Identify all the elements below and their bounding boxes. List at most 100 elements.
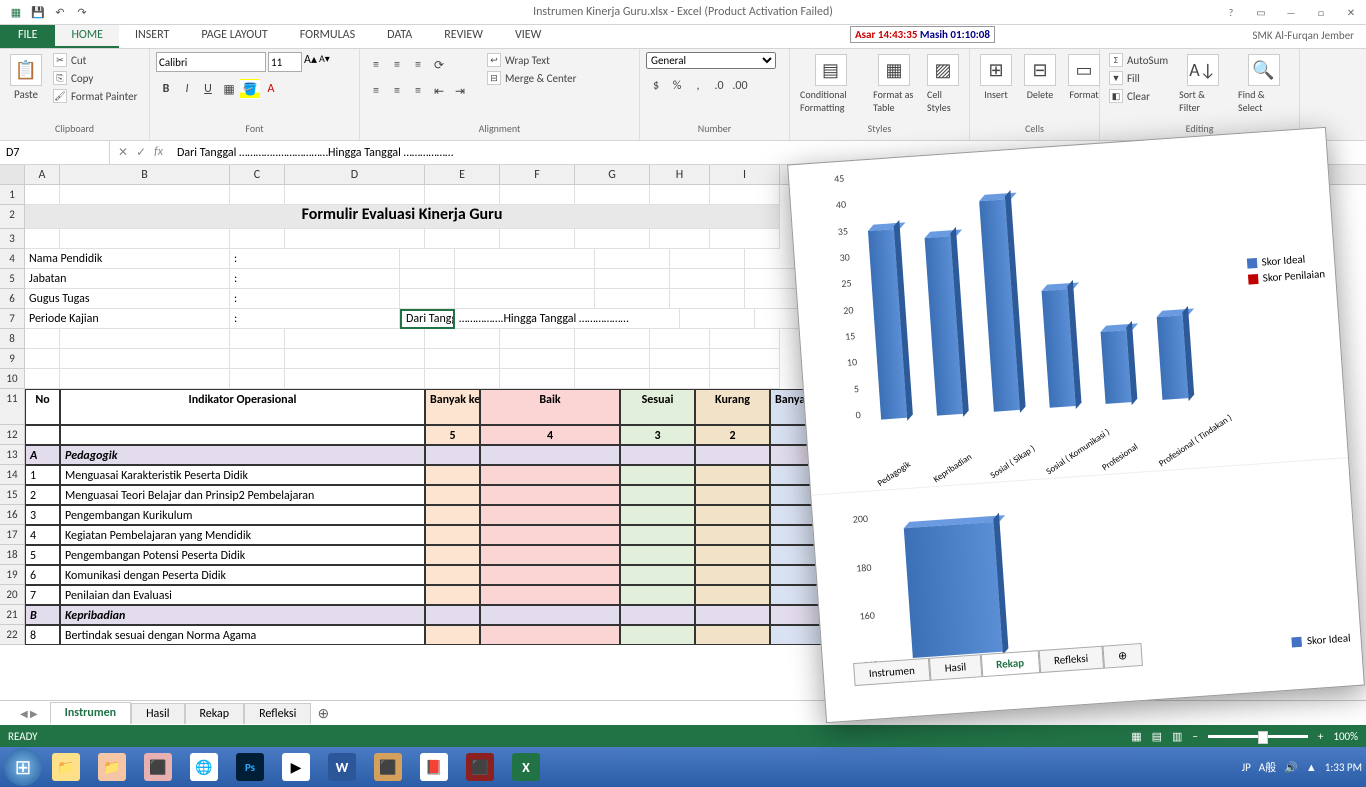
cell[interactable] bbox=[425, 465, 480, 485]
cell[interactable] bbox=[230, 185, 285, 205]
cell[interactable] bbox=[650, 229, 710, 249]
zoom-out-button[interactable]: − bbox=[1192, 730, 1197, 743]
sheet-tab-rekap[interactable]: Rekap bbox=[185, 703, 245, 724]
font-color-button[interactable]: A bbox=[261, 79, 281, 99]
taskbar-app[interactable]: 📁 bbox=[90, 750, 134, 784]
conditional-formatting-button[interactable]: ▤Conditional Formatting bbox=[796, 52, 865, 116]
row-header[interactable]: 22 bbox=[0, 625, 25, 645]
format-cells-button[interactable]: ▭Format bbox=[1064, 52, 1104, 103]
cell[interactable]: …………….Hingga Tanggal ……………… bbox=[455, 309, 680, 329]
tab-data[interactable]: DATA bbox=[371, 25, 428, 48]
cell[interactable] bbox=[425, 605, 480, 625]
taskbar-word[interactable]: W bbox=[320, 750, 364, 784]
align-center-icon[interactable]: ≡ bbox=[387, 81, 407, 101]
cell[interactable] bbox=[425, 625, 480, 645]
cell[interactable] bbox=[695, 545, 770, 565]
cut-button[interactable]: ✂Cut bbox=[50, 52, 140, 68]
cell[interactable] bbox=[230, 349, 285, 369]
tab-home[interactable]: HOME bbox=[55, 25, 119, 48]
cell[interactable]: A bbox=[25, 445, 60, 465]
cell[interactable]: Jabatan bbox=[25, 269, 230, 289]
taskbar-photoshop[interactable]: Ps bbox=[228, 750, 272, 784]
cell[interactable] bbox=[425, 329, 500, 349]
cell[interactable]: Formulir Evaluasi Kinerja Guru bbox=[25, 205, 780, 229]
save-icon[interactable]: 💾 bbox=[30, 4, 46, 20]
cell[interactable] bbox=[695, 585, 770, 605]
cell[interactable]: Pedagogik bbox=[60, 445, 425, 465]
percent-icon[interactable]: % bbox=[667, 76, 687, 96]
cell[interactable] bbox=[710, 329, 780, 349]
cell[interactable] bbox=[480, 465, 620, 485]
row-header[interactable]: 21 bbox=[0, 605, 25, 625]
row-header[interactable]: 5 bbox=[0, 269, 25, 289]
cell[interactable]: 2 bbox=[25, 485, 60, 505]
cell[interactable]: 5 bbox=[425, 425, 480, 445]
row-header[interactable]: 10 bbox=[0, 369, 25, 389]
insert-cells-button[interactable]: ⊞Insert bbox=[976, 52, 1016, 103]
cell[interactable]: 8 bbox=[25, 625, 60, 645]
cell[interactable]: 3 bbox=[25, 505, 60, 525]
cell[interactable] bbox=[25, 349, 60, 369]
cell[interactable] bbox=[575, 329, 650, 349]
tray-lang[interactable]: JP bbox=[1242, 761, 1251, 774]
cell[interactable] bbox=[285, 369, 425, 389]
cell[interactable] bbox=[480, 525, 620, 545]
cell[interactable] bbox=[480, 605, 620, 625]
cell[interactable]: Kepribadian bbox=[60, 605, 425, 625]
cell[interactable] bbox=[620, 545, 695, 565]
clear-button[interactable]: ◧Clear bbox=[1106, 88, 1171, 104]
cell[interactable] bbox=[670, 249, 745, 269]
start-button[interactable]: ⊞ bbox=[4, 748, 42, 786]
cell[interactable]: Periode Kajian bbox=[25, 309, 230, 329]
tab-file[interactable]: FILE bbox=[0, 25, 55, 48]
cell[interactable] bbox=[575, 185, 650, 205]
name-box[interactable]: D7 bbox=[0, 141, 110, 164]
col-header[interactable]: A bbox=[25, 165, 60, 184]
cell[interactable] bbox=[425, 585, 480, 605]
sort-filter-button[interactable]: A↓Sort & Filter bbox=[1175, 52, 1230, 116]
cell[interactable] bbox=[400, 249, 455, 269]
close-button[interactable]: ✕ bbox=[1336, 1, 1366, 23]
cell[interactable] bbox=[60, 425, 425, 445]
cell[interactable] bbox=[60, 369, 230, 389]
font-name-input[interactable] bbox=[156, 52, 266, 72]
cell[interactable]: 5 bbox=[25, 545, 60, 565]
cell[interactable]: 6 bbox=[25, 565, 60, 585]
cell[interactable] bbox=[650, 185, 710, 205]
redo-icon[interactable]: ↷ bbox=[74, 4, 90, 20]
cell[interactable] bbox=[425, 445, 480, 465]
otab-refleksi[interactable]: Refleksi bbox=[1038, 646, 1104, 673]
cell[interactable] bbox=[285, 349, 425, 369]
cell[interactable] bbox=[60, 185, 230, 205]
cell[interactable] bbox=[285, 229, 425, 249]
taskbar-excel[interactable]: X bbox=[504, 750, 548, 784]
row-header[interactable]: 4 bbox=[0, 249, 25, 269]
row-header[interactable]: 6 bbox=[0, 289, 25, 309]
cell[interactable] bbox=[620, 505, 695, 525]
cell[interactable] bbox=[60, 229, 230, 249]
zoom-slider[interactable] bbox=[1208, 735, 1308, 738]
inc-decimal-icon[interactable]: .0 bbox=[709, 76, 729, 96]
cell[interactable]: Menguasai Karakteristik Peserta Didik bbox=[60, 465, 425, 485]
cell[interactable]: Indikator Operasional bbox=[60, 389, 425, 425]
cell[interactable] bbox=[695, 505, 770, 525]
cell[interactable] bbox=[480, 585, 620, 605]
cell[interactable] bbox=[575, 369, 650, 389]
indent-inc-icon[interactable]: ⇥ bbox=[450, 81, 470, 101]
wrap-text-button[interactable]: ↩Wrap Text bbox=[484, 52, 580, 68]
cell[interactable]: Dari Tanggal ……………… bbox=[400, 309, 455, 329]
cell[interactable] bbox=[595, 249, 670, 269]
cell[interactable] bbox=[695, 485, 770, 505]
cell-styles-button[interactable]: ▨Cell Styles bbox=[923, 52, 963, 116]
bold-button[interactable]: B bbox=[156, 79, 176, 99]
row-header[interactable]: 18 bbox=[0, 545, 25, 565]
col-header[interactable]: B bbox=[60, 165, 230, 184]
cell[interactable] bbox=[425, 505, 480, 525]
underline-button[interactable]: U bbox=[198, 79, 218, 99]
zoom-level[interactable]: 100% bbox=[1333, 730, 1358, 743]
sheet-tab-refleksi[interactable]: Refleksi bbox=[244, 703, 311, 724]
sheet-tab-hasil[interactable]: Hasil bbox=[131, 703, 184, 724]
tray-icon[interactable]: 🔊 bbox=[1284, 761, 1298, 774]
view-pagebreak-icon[interactable]: ▥ bbox=[1172, 730, 1182, 743]
view-layout-icon[interactable]: ▤ bbox=[1152, 730, 1162, 743]
